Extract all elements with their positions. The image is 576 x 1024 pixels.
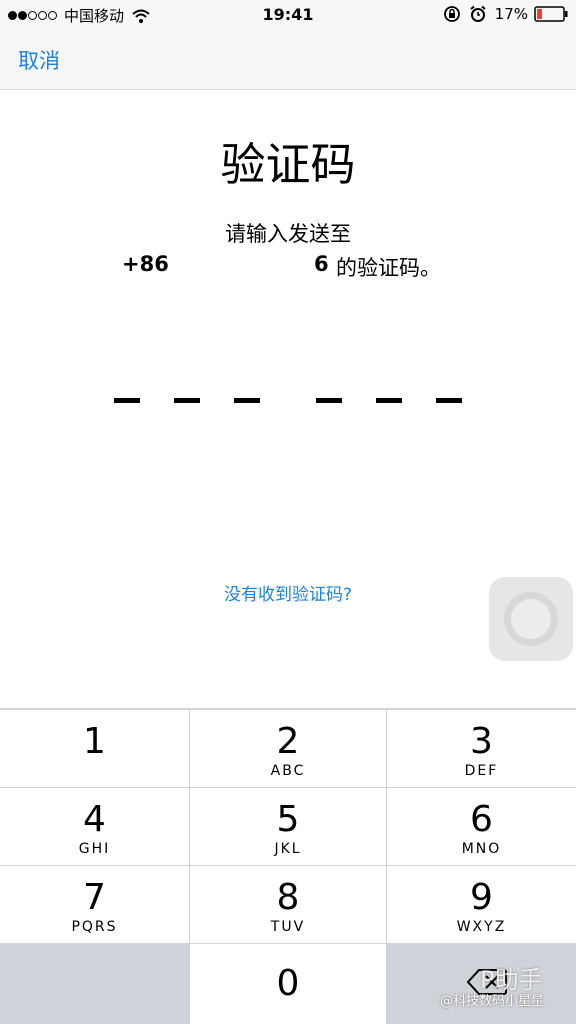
status-bar: 中国移动 19:41 17%	[0, 0, 576, 30]
navigation-bar: 取消	[0, 30, 576, 90]
key-letters: WXYZ	[456, 919, 507, 935]
key-digit: 2	[276, 721, 300, 762]
key-6[interactable]: 6 MNO	[387, 788, 576, 865]
key-digit: 9	[470, 877, 493, 918]
key-digit: 3	[470, 721, 493, 762]
battery-percent: 17%	[494, 5, 528, 23]
page-title: 验证码	[220, 138, 356, 191]
prompt-text: 请输入发送至	[225, 222, 351, 246]
key-digit: 0	[276, 963, 300, 1004]
verification-screen: 中国移动 19:41 17% 取消 验证码 请输入发送至 +86 6 的验证码。…	[0, 0, 576, 1024]
cancel-button[interactable]: 取消	[18, 45, 60, 75]
signal-dot	[48, 11, 57, 20]
alarm-icon	[470, 5, 486, 22]
battery-icon	[534, 6, 568, 22]
key-digit: 4	[83, 799, 106, 840]
code-digit-slot	[376, 398, 402, 403]
key-digit: 8	[276, 877, 300, 918]
assistive-touch-button[interactable]	[489, 577, 573, 661]
key-letters: MNO	[461, 841, 502, 857]
key-blank	[0, 944, 189, 1024]
key-digit: 6	[470, 799, 493, 840]
code-digit-slot	[234, 398, 260, 403]
key-letters: DEF	[464, 763, 499, 779]
carrier-name: 中国移动	[64, 7, 125, 25]
key-8[interactable]: 8 TUV	[190, 866, 386, 943]
watermark-text: @科技数码小星星	[440, 994, 545, 1009]
key-digit: 5	[276, 799, 300, 840]
key-0[interactable]: 0	[190, 944, 386, 1024]
country-code: +86	[122, 252, 169, 276]
key-letters: ABC	[270, 763, 306, 779]
status-right: 17%	[443, 5, 568, 23]
key-letters: JKL	[274, 841, 302, 857]
key-7[interactable]: 7 PQRS	[0, 866, 189, 943]
key-5[interactable]: 5 JKL	[190, 788, 386, 865]
signal-dot	[28, 11, 37, 20]
code-digit-slot	[436, 398, 462, 403]
prompt-suffix: 的验证码。	[336, 256, 441, 280]
code-digit-slot	[316, 398, 342, 403]
key-3[interactable]: 3 DEF	[387, 710, 576, 787]
rotation-lock-icon	[443, 6, 460, 22]
signal-dot	[8, 11, 17, 20]
key-letters: TUV	[270, 919, 306, 935]
status-left: 中国移动	[8, 5, 150, 26]
phone-number-tail: 6	[314, 252, 329, 276]
code-input[interactable]	[0, 398, 576, 408]
assistive-touch-center	[511, 599, 551, 639]
key-letters: PQRS	[71, 919, 118, 935]
signal-dot	[18, 11, 27, 20]
key-digit: 1	[83, 721, 106, 762]
key-9[interactable]: 9 WXYZ	[387, 866, 576, 943]
key-1[interactable]: 1	[0, 710, 189, 787]
signal-dot	[38, 11, 47, 20]
key-4[interactable]: 4 GHI	[0, 788, 189, 865]
key-letters: GHI	[78, 841, 111, 857]
key-2[interactable]: 2 ABC	[190, 710, 386, 787]
key-digit: 7	[83, 877, 106, 918]
wifi-icon	[132, 9, 150, 23]
signal-strength-icon	[8, 11, 58, 20]
code-digit-slot	[174, 398, 200, 403]
code-digit-slot	[114, 398, 140, 403]
